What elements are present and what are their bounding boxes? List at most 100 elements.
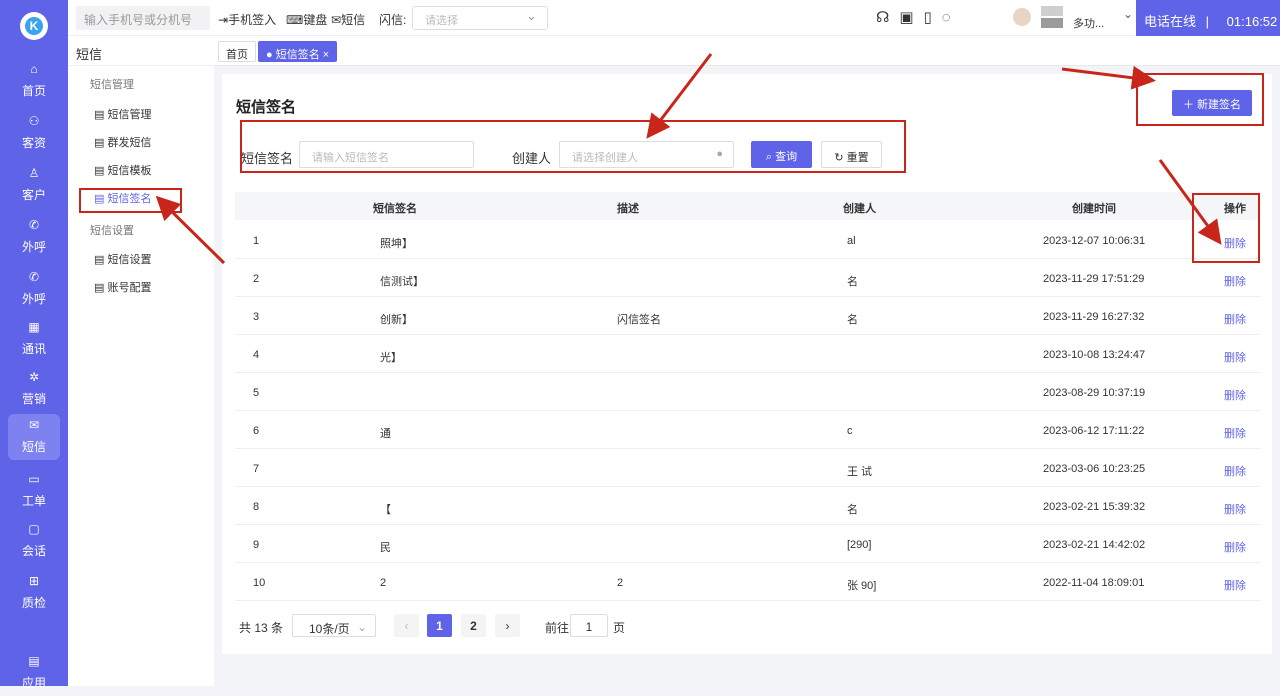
phone-signin-button[interactable]: ⇥手机签入: [218, 11, 276, 28]
nav-item-9[interactable]: ▢ 会话: [8, 518, 60, 564]
sub-menu: 短信 短信管理 ▤ 短信管理 ▤ 群发短信 ▤ 短信模板 ▤ 短信签名 短信设置…: [68, 36, 214, 686]
submenu-item-account-config[interactable]: ▤ 账号配置: [94, 279, 151, 295]
cell-no: 5: [253, 387, 260, 399]
nav-label: 工单: [21, 494, 46, 508]
submenu-item-sms-template[interactable]: ▤ 短信模板: [94, 162, 151, 178]
page-size-select[interactable]: 10条/页 ⌄: [292, 614, 376, 637]
cell-time: 2023-10-08 13:24:47: [1043, 349, 1146, 361]
book-icon[interactable]: ▯: [924, 9, 942, 26]
cell-no: 6: [253, 425, 260, 437]
cell-desc: 闪信签名: [617, 314, 661, 326]
tab-bar: 首页 ● 短信签名 ×: [214, 36, 1280, 66]
cell-time: 2023-11-29 16:27:32: [1043, 311, 1145, 323]
status-label: 电话在线: [1144, 14, 1197, 29]
submenu-group-sms-management[interactable]: 短信管理: [90, 76, 134, 92]
quality-icon: ⊞: [28, 574, 40, 588]
cell-time: 2023-08-29 10:37:19: [1043, 387, 1146, 399]
cell-creator: 名: [847, 314, 858, 326]
delete-link[interactable]: 删除: [1224, 539, 1246, 555]
call-status[interactable]: 电话在线 | 01:16:52: [1136, 0, 1280, 36]
annotation-box-action: [1192, 193, 1260, 263]
keyboard-icon: ⌨: [286, 13, 304, 27]
nav-item-3[interactable]: ✆ 外呼: [8, 214, 60, 260]
monitor-icon[interactable]: ▣: [899, 9, 923, 26]
submenu-group-sms-settings[interactable]: 短信设置: [90, 222, 134, 238]
delete-link[interactable]: 删除: [1224, 387, 1246, 403]
submenu-item-bulk-sms[interactable]: ▤ 群发短信: [94, 134, 151, 150]
cell-no: 8: [253, 501, 260, 513]
cell-sign: 【: [380, 504, 391, 516]
cell-no: 7: [253, 463, 260, 475]
delete-link[interactable]: 删除: [1224, 501, 1246, 517]
flash-label: 闪信:: [379, 13, 407, 27]
delete-link[interactable]: 删除: [1224, 425, 1246, 441]
cell-no: 4: [253, 349, 260, 361]
delete-link[interactable]: 删除: [1224, 273, 1246, 289]
delete-link[interactable]: 删除: [1224, 577, 1246, 593]
cell-creator: [290]: [847, 539, 872, 551]
nav-item-0[interactable]: ⌂ 首页: [8, 58, 60, 104]
toolbar-icons: ☊▣▯◌: [876, 8, 961, 26]
redacted-name: [1041, 6, 1063, 16]
doc-icon: ▤: [94, 109, 108, 121]
phone-search-input[interactable]: 输入手机号或分机号: [76, 6, 210, 30]
annotation-box-filter: [240, 120, 906, 173]
submenu-item-sms-management[interactable]: ▤ 短信管理: [94, 106, 151, 122]
cell-sign: 通: [380, 428, 391, 440]
nav-item-6[interactable]: ✲ 营销: [8, 366, 60, 412]
annotation-box-new-button: [1136, 73, 1264, 126]
doc-icon: ▤: [94, 282, 108, 294]
callout-icon: ✆: [28, 218, 40, 232]
nav-item-1[interactable]: ⚇ 客资: [8, 110, 60, 156]
cell-time: 2022-11-04 18:09:01: [1043, 577, 1145, 589]
chevron-down-icon: ⌄: [1123, 7, 1134, 21]
tab-sms-signature[interactable]: ● 短信签名 ×: [258, 41, 338, 62]
table-row: 2 信测试】 名 2023-11-29 17:51:29 删除: [235, 259, 1260, 297]
tab-home[interactable]: 首页: [218, 41, 256, 62]
sms-button[interactable]: ✉短信: [331, 11, 365, 28]
nav-item-10[interactable]: ⊞ 质检: [8, 570, 60, 616]
page-button-2[interactable]: 2: [461, 614, 486, 637]
sms-icon: ✉: [28, 418, 40, 432]
flash-select[interactable]: 请选择: [412, 6, 548, 30]
delete-link[interactable]: 删除: [1224, 311, 1246, 327]
nav-item-4[interactable]: ✆ 外呼: [8, 266, 60, 312]
next-page-button[interactable]: ›: [495, 614, 520, 637]
nav-item-5[interactable]: ▦ 通讯: [8, 316, 60, 362]
apps-icon: ▤: [28, 654, 40, 668]
nav-item-7[interactable]: ✉ 短信: [8, 414, 60, 460]
user-name: 多功...: [1073, 18, 1105, 30]
nav-item-11[interactable]: ▤ 应用: [8, 650, 60, 696]
table-header: 短信签名 描述 创建人 创建时间 操作: [235, 192, 1260, 220]
cell-sign: 民: [380, 542, 391, 554]
leads-icon: ⚇: [28, 114, 40, 128]
status-divider: |: [1205, 14, 1210, 29]
annotation-box-submenu: [79, 188, 182, 213]
redacted-name: [1041, 18, 1063, 28]
mail-icon: ✉: [331, 13, 342, 27]
avatar: [1013, 8, 1031, 26]
nav-label: 质检: [21, 596, 46, 610]
nav-item-2[interactable]: ♙ 客户: [8, 162, 60, 208]
cell-creator: c: [847, 425, 853, 437]
message-icon[interactable]: ◌: [942, 9, 961, 26]
goto-page-input[interactable]: 1: [570, 614, 608, 637]
user-menu[interactable]: 多功... ⌄: [1013, 4, 1143, 32]
submenu-item-sms-settings[interactable]: ▤ 短信设置: [94, 251, 151, 267]
chat-icon: ▢: [28, 522, 40, 536]
delete-link[interactable]: 删除: [1224, 349, 1246, 365]
headset-icon[interactable]: ☊: [876, 9, 899, 26]
page-button-1[interactable]: 1: [427, 614, 452, 637]
keyboard-button[interactable]: ⌨键盘: [286, 11, 327, 28]
prev-page-button[interactable]: ‹: [394, 614, 419, 637]
callout-icon: ✆: [28, 270, 40, 284]
table-row: 4 光】 2023-10-08 13:24:47 删除: [235, 335, 1260, 373]
delete-link[interactable]: 删除: [1224, 463, 1246, 479]
doc-icon: ▤: [94, 165, 108, 177]
cell-no: 10: [253, 577, 266, 589]
close-icon[interactable]: ×: [320, 49, 329, 61]
table-row: 7 王 试 2023-03-06 10:23:25 删除: [235, 449, 1260, 487]
cell-creator: 张 90]: [847, 580, 877, 592]
cell-time: 2023-12-07 10:06:31: [1043, 235, 1146, 247]
nav-item-8[interactable]: ▭ 工单: [8, 468, 60, 514]
